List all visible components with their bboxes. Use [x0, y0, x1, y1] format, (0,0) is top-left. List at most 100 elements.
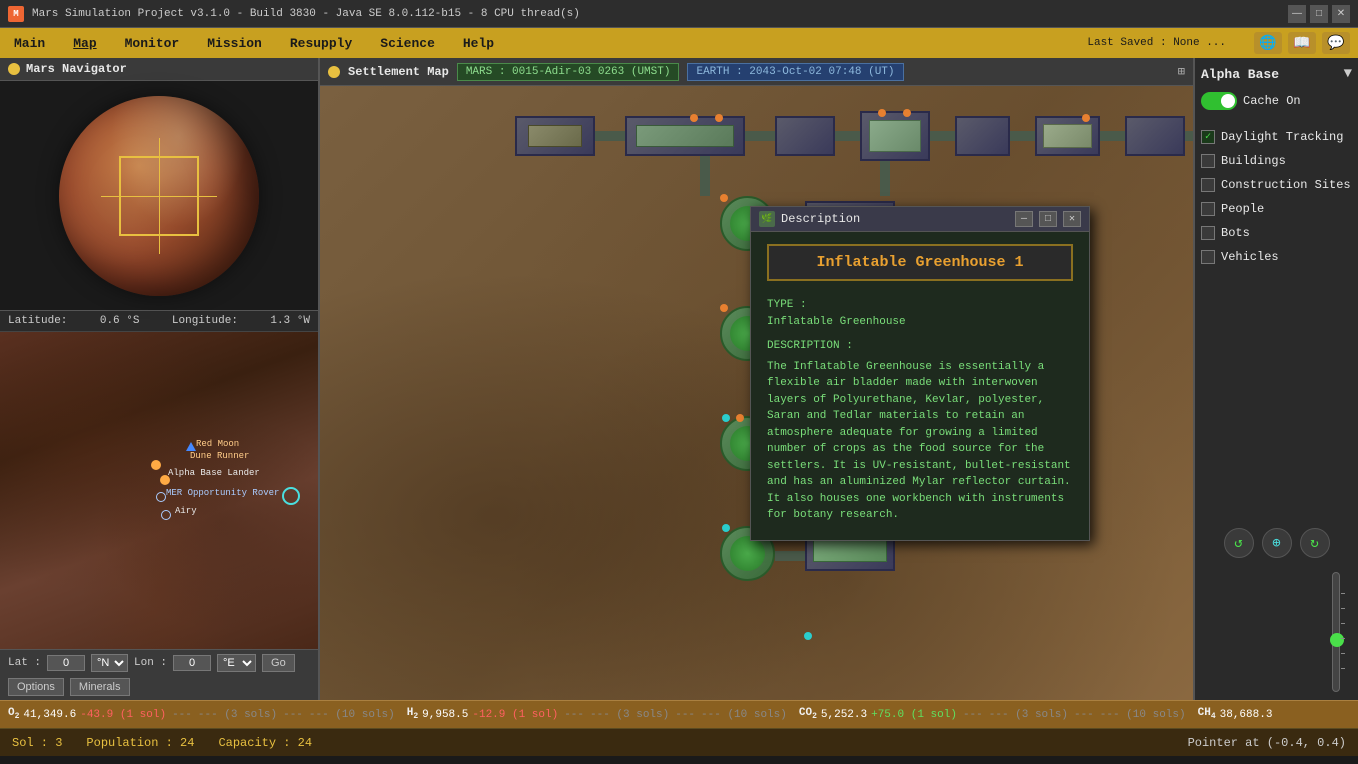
- globe-icon[interactable]: 🌐: [1254, 32, 1282, 54]
- zoom-tick-4: [1341, 638, 1345, 639]
- building-2[interactable]: [625, 116, 745, 156]
- dialog-close-button[interactable]: ✕: [1063, 211, 1081, 227]
- building-5[interactable]: [955, 116, 1010, 156]
- dot-2: [715, 114, 723, 122]
- greenhouse-dot-1: [720, 194, 728, 202]
- rotation-controls: ↺ ⊕ ↻: [1201, 520, 1352, 566]
- mars-globe[interactable]: [59, 96, 259, 296]
- vehicle-marker-3: [151, 460, 161, 470]
- rotate-ccw-button[interactable]: ↺: [1224, 528, 1254, 558]
- zoom-track[interactable]: [1332, 572, 1340, 692]
- minerals-button[interactable]: Minerals: [70, 678, 130, 696]
- zoom-slider-area: [1201, 572, 1352, 692]
- vehicles-checkbox[interactable]: [1201, 250, 1215, 264]
- dialog-restore-button[interactable]: □: [1039, 211, 1057, 227]
- construction-checkbox[interactable]: [1201, 178, 1215, 192]
- building-7[interactable]: [1125, 116, 1185, 156]
- lat-input[interactable]: [47, 655, 85, 671]
- co2-reading: CO2 5,252.3 +75.0 (1 sol) --- --- (3 sol…: [799, 707, 1186, 721]
- connector-5: [1010, 131, 1035, 141]
- lon-direction-select[interactable]: °E °W: [217, 654, 256, 672]
- h-connector-g4: [775, 551, 805, 561]
- close-button[interactable]: ✕: [1332, 5, 1350, 23]
- map-canvas[interactable]: 🌿 Description — □ ✕ Inflatable Greenhous…: [320, 86, 1193, 700]
- main-content: Mars Navigator Latitude: 0.6 °S Longitud…: [0, 58, 1358, 700]
- left-panel: Mars Navigator Latitude: 0.6 °S Longitud…: [0, 58, 320, 700]
- people-label[interactable]: People: [1221, 202, 1264, 216]
- vehicle-marker-1: [186, 442, 196, 451]
- zoom-handle[interactable]: [1330, 633, 1344, 647]
- construction-checkbox-row: Construction Sites: [1201, 176, 1352, 194]
- building-6[interactable]: [1035, 116, 1100, 156]
- mars-globe-container: [0, 81, 318, 311]
- greenhouse-dot-4: [736, 414, 744, 422]
- dialog-building-name: Inflatable Greenhouse 1: [767, 244, 1073, 281]
- daylight-checkbox-row: ✓ Daylight Tracking: [1201, 128, 1352, 146]
- buildings-label[interactable]: Buildings: [1221, 154, 1286, 168]
- menu-science[interactable]: Science: [374, 34, 441, 53]
- menu-mission[interactable]: Mission: [201, 34, 268, 53]
- coords-bar: Latitude: 0.6 °S Longitude: 1.3 °W: [0, 311, 318, 332]
- connector-7: [1185, 131, 1193, 141]
- o2-change: -43.9 (1 sol): [80, 709, 166, 721]
- expand-button[interactable]: ⊞: [1178, 64, 1185, 79]
- menu-main[interactable]: Main: [8, 34, 51, 53]
- nav-title: Mars Navigator: [26, 62, 127, 76]
- bots-checkbox[interactable]: [1201, 226, 1215, 240]
- h2-reading: H2 9,958.5 -12.9 (1 sol) --- --- (3 sols…: [407, 707, 787, 721]
- cache-toggle-row: Cache On: [1201, 92, 1352, 110]
- capacity-display: Capacity : 24: [218, 736, 312, 750]
- o2-reading: O2 41,349.6 -43.9 (1 sol) --- --- (3 sol…: [8, 707, 395, 721]
- last-saved-label: Last Saved : None ...: [1087, 37, 1226, 49]
- building-4[interactable]: [860, 111, 930, 161]
- vehicles-label[interactable]: Vehicles: [1221, 250, 1279, 264]
- lon-input[interactable]: [173, 655, 211, 671]
- base-dropdown-arrow[interactable]: ▼: [1344, 66, 1352, 82]
- book-icon[interactable]: 📖: [1288, 32, 1316, 54]
- lat-value: 0.6 °S: [100, 315, 140, 327]
- lon-control-label: Lon :: [134, 657, 167, 669]
- bots-label[interactable]: Bots: [1221, 226, 1250, 240]
- type-label: TYPE :: [767, 297, 1073, 314]
- options-button[interactable]: Options: [8, 678, 64, 696]
- ch4-reading: CH4 38,688.3: [1198, 707, 1273, 721]
- recenter-button[interactable]: ⊕: [1262, 528, 1292, 558]
- dot-5: [1082, 114, 1090, 122]
- menu-resupply[interactable]: Resupply: [284, 34, 358, 53]
- status-bar: O2 41,349.6 -43.9 (1 sol) --- --- (3 sol…: [0, 700, 1358, 728]
- lone-dot: [804, 632, 812, 640]
- pointer-display: Pointer at (-0.4, 0.4): [1188, 736, 1346, 750]
- dialog-minimize-button[interactable]: —: [1015, 211, 1033, 227]
- building-3[interactable]: [775, 116, 835, 156]
- minimize-button[interactable]: —: [1288, 5, 1306, 23]
- menu-monitor[interactable]: Monitor: [119, 34, 186, 53]
- o2-3sol: --- (3 sols): [198, 709, 277, 721]
- rotate-cw-button[interactable]: ↻: [1300, 528, 1330, 558]
- maximize-button[interactable]: □: [1310, 5, 1328, 23]
- network-icons: 🌐 📖 💬: [1254, 32, 1350, 54]
- type-value: Inflatable Greenhouse: [767, 314, 1073, 331]
- connector-3: [835, 131, 860, 141]
- go-button[interactable]: Go: [262, 654, 295, 672]
- daylight-checkbox[interactable]: ✓: [1201, 130, 1215, 144]
- building-1[interactable]: [515, 116, 595, 156]
- terrain-map[interactable]: Red Moon Dune Runner Alpha Base Lander M…: [0, 332, 318, 649]
- construction-label[interactable]: Construction Sites: [1221, 178, 1351, 192]
- lat-direction-select[interactable]: °N °S: [91, 654, 128, 672]
- daylight-label[interactable]: Daylight Tracking: [1221, 130, 1343, 144]
- lon-value: 1.3 °W: [270, 315, 310, 327]
- v-connector-2: [880, 161, 890, 196]
- buildings-checkbox[interactable]: [1201, 154, 1215, 168]
- co2-3sol: --- (3 sols): [989, 709, 1068, 721]
- settlement-status-dot: [328, 66, 340, 78]
- menu-help[interactable]: Help: [457, 34, 500, 53]
- people-checkbox[interactable]: [1201, 202, 1215, 216]
- dialog-title: Description: [781, 212, 1009, 226]
- co2-value: 5,252.3: [821, 709, 867, 721]
- menu-map[interactable]: Map: [67, 34, 102, 53]
- cache-toggle[interactable]: [1201, 92, 1237, 110]
- right-panel: Alpha Base ▼ Cache On ✓ Daylight Trackin…: [1193, 58, 1358, 700]
- description-text: The Inflatable Greenhouse is essentially…: [767, 359, 1073, 524]
- chat-icon[interactable]: 💬: [1322, 32, 1350, 54]
- zoom-tick-3: [1341, 623, 1345, 624]
